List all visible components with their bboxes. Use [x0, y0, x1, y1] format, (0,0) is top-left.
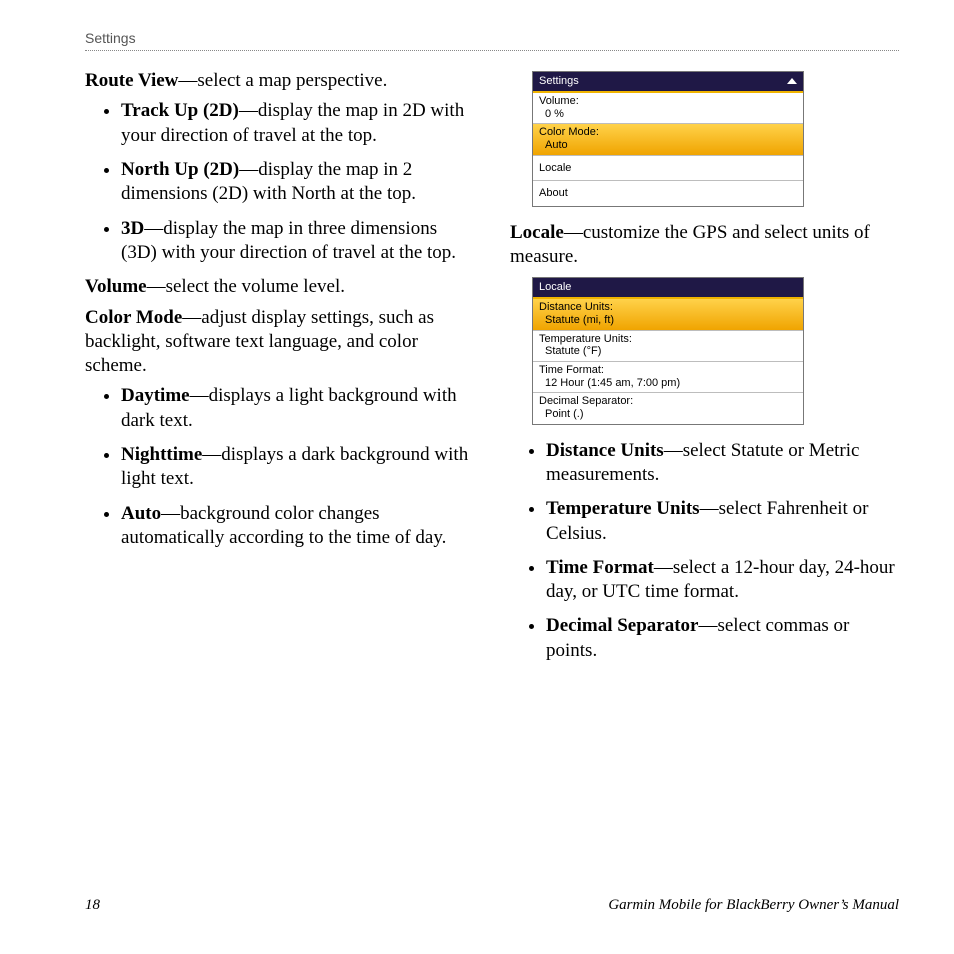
- list-term: Track Up (2D): [121, 100, 239, 121]
- doc-title: Garmin Mobile for BlackBerry Owner’s Man…: [608, 897, 899, 914]
- screenshot-row-distance: Distance Units: Statute (mi, ft): [533, 299, 803, 330]
- screenshot-row-temperature: Temperature Units: Statute (°F): [533, 331, 803, 362]
- row-value: Statute (°F): [539, 345, 797, 358]
- screenshot-row-time: Time Format: 12 Hour (1:45 am, 7:00 pm): [533, 362, 803, 393]
- row-label: Distance Units:: [539, 301, 797, 314]
- right-column: Settings Volume: 0 % Color Mode: Auto Lo…: [510, 63, 899, 885]
- route-view-para: Route View—select a map perspective.: [85, 69, 474, 93]
- list-item: Auto—background color changes automatica…: [121, 502, 474, 551]
- color-mode-term: Color Mode: [85, 307, 182, 328]
- list-desc: —background color changes automatically …: [121, 503, 446, 548]
- list-item: Nighttime—displays a dark background wit…: [121, 443, 474, 492]
- screenshot-row-about: About: [533, 181, 803, 206]
- list-desc: —display the map in three dimensions (3D…: [121, 218, 456, 263]
- locale-para: Locale—customize the GPS and select unit…: [510, 221, 899, 270]
- page-number: 18: [85, 897, 100, 914]
- row-label: About: [539, 187, 797, 200]
- row-value: 12 Hour (1:45 am, 7:00 pm): [539, 377, 797, 390]
- row-label: Time Format:: [539, 364, 797, 377]
- color-mode-list: Daytime—displays a light background with…: [85, 384, 474, 550]
- locale-list: Distance Units—select Statute or Metric …: [510, 439, 899, 664]
- locale-desc: —customize the GPS and select units of m…: [510, 222, 870, 267]
- manual-page: Settings Route View—select a map perspec…: [0, 0, 954, 954]
- list-term: Decimal Separator: [546, 615, 698, 636]
- route-view-list: Track Up (2D)—display the map in 2D with…: [85, 99, 474, 265]
- settings-screenshot: Settings Volume: 0 % Color Mode: Auto Lo…: [532, 71, 804, 207]
- list-item: North Up (2D)—display the map in 2 dimen…: [121, 158, 474, 207]
- volume-desc: —select the volume level.: [147, 276, 345, 297]
- row-value: Statute (mi, ft): [539, 314, 797, 327]
- screenshot-row-color-mode: Color Mode: Auto: [533, 124, 803, 155]
- list-item: Temperature Units—select Fahrenheit or C…: [546, 497, 899, 546]
- left-column: Route View—select a map perspective. Tra…: [85, 63, 474, 885]
- route-view-desc: —select a map perspective.: [178, 70, 387, 91]
- footer: 18 Garmin Mobile for BlackBerry Owner’s …: [85, 897, 899, 914]
- list-term: Time Format: [546, 557, 654, 578]
- volume-term: Volume: [85, 276, 147, 297]
- list-item: Track Up (2D)—display the map in 2D with…: [121, 99, 474, 148]
- screenshot-titlebar: Settings: [533, 72, 803, 91]
- row-value: Point (.): [539, 408, 797, 421]
- list-item: Time Format—select a 12-hour day, 24-hou…: [546, 556, 899, 605]
- list-term: 3D: [121, 218, 144, 239]
- row-label: Locale: [539, 162, 797, 175]
- list-item: Decimal Separator—select commas or point…: [546, 614, 899, 663]
- row-value: Auto: [539, 139, 797, 152]
- screenshot-titlebar: Locale: [533, 278, 803, 297]
- row-label: Temperature Units:: [539, 333, 797, 346]
- row-value: 0 %: [539, 108, 797, 121]
- list-term: Daytime: [121, 385, 190, 406]
- scroll-up-icon: [787, 78, 797, 84]
- screenshot-row-decimal: Decimal Separator: Point (.): [533, 393, 803, 423]
- list-term: Nighttime: [121, 444, 202, 465]
- list-term: North Up (2D): [121, 159, 239, 180]
- row-label: Color Mode:: [539, 126, 797, 139]
- columns: Route View—select a map perspective. Tra…: [85, 63, 899, 885]
- row-label: Decimal Separator:: [539, 395, 797, 408]
- list-term: Distance Units: [546, 440, 664, 461]
- list-term: Auto: [121, 503, 161, 524]
- list-item: 3D—display the map in three dimensions (…: [121, 217, 474, 266]
- screenshot-row-volume: Volume: 0 %: [533, 93, 803, 124]
- screenshot-title: Settings: [539, 75, 579, 87]
- locale-term: Locale: [510, 222, 564, 243]
- route-view-term: Route View: [85, 70, 178, 91]
- row-label: Volume:: [539, 95, 797, 108]
- locale-screenshot: Locale Distance Units: Statute (mi, ft) …: [532, 277, 804, 424]
- running-head: Settings: [85, 30, 899, 51]
- list-item: Daytime—displays a light background with…: [121, 384, 474, 433]
- list-item: Distance Units—select Statute or Metric …: [546, 439, 899, 488]
- list-term: Temperature Units: [546, 498, 700, 519]
- volume-para: Volume—select the volume level.: [85, 275, 474, 299]
- screenshot-title: Locale: [539, 281, 571, 293]
- screenshot-row-locale: Locale: [533, 156, 803, 182]
- color-mode-para: Color Mode—adjust display settings, such…: [85, 306, 474, 379]
